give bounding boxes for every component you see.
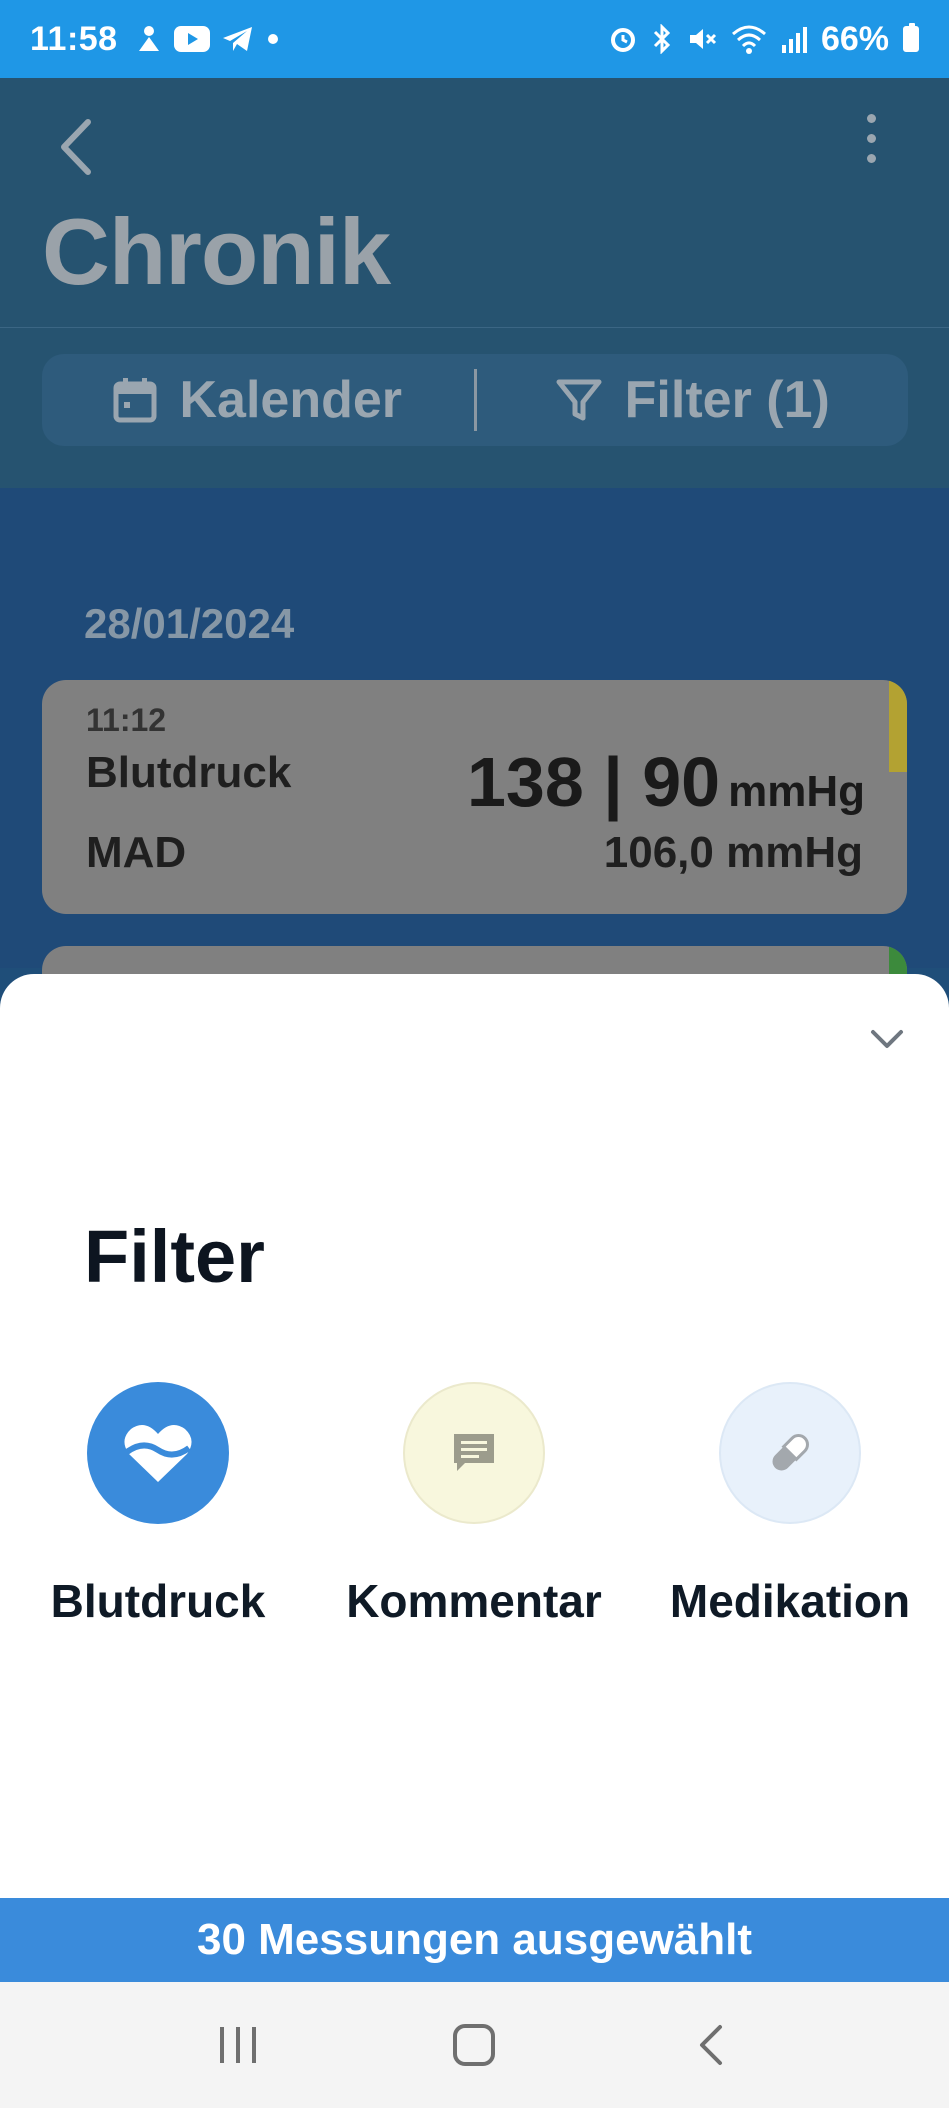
comment-icon bbox=[454, 1434, 494, 1471]
battery-icon bbox=[903, 23, 919, 52]
youtube-icon bbox=[173, 26, 210, 52]
back-button[interactable] bbox=[54, 112, 104, 182]
heart-icon bbox=[124, 1425, 192, 1482]
filter-medication-toggle[interactable] bbox=[719, 1382, 861, 1524]
filter-icon bbox=[556, 379, 602, 421]
selection-summary-bar[interactable]: 30 Messungen ausgewählt bbox=[0, 1898, 949, 1982]
home-button[interactable] bbox=[434, 2015, 514, 2075]
toolbar: Kalender Filter (1) bbox=[42, 354, 908, 446]
entry-value-number: 138 | 90 bbox=[466, 743, 721, 821]
dot-icon bbox=[267, 34, 278, 44]
calendar-button[interactable]: Kalender bbox=[42, 370, 474, 430]
status-system-icons: 66% bbox=[609, 20, 919, 59]
wifi-icon bbox=[731, 25, 766, 54]
filter-comment[interactable]: Kommentar bbox=[316, 1382, 632, 1628]
app-icon bbox=[138, 26, 159, 51]
more-options-button[interactable] bbox=[859, 114, 883, 174]
entry-secondary-label: MAD bbox=[86, 828, 187, 877]
collapse-sheet-button[interactable] bbox=[865, 1016, 909, 1060]
measurement-card[interactable]: 11:12 Blutdruck 138 | 90 mmHg MAD 106,0 m… bbox=[42, 680, 907, 914]
telegram-icon bbox=[222, 27, 252, 51]
alarm-icon bbox=[610, 28, 635, 52]
filter-button[interactable]: Filter (1) bbox=[477, 370, 909, 430]
battery-percent: 66% bbox=[820, 19, 889, 58]
sheet-title: Filter bbox=[84, 1215, 265, 1298]
filter-medication-label: Medikation bbox=[669, 1575, 911, 1627]
entry-value: 138 | 90 mmHg bbox=[467, 742, 865, 822]
recent-apps-icon bbox=[220, 2027, 257, 2063]
filter-comment-toggle[interactable] bbox=[403, 1382, 545, 1524]
filter-options: Blutdruck Kommentar Medikation bbox=[0, 1382, 949, 1628]
nav-back-button[interactable] bbox=[671, 2015, 751, 2075]
date-header: 28/01/2024 bbox=[84, 600, 295, 647]
filter-label: Filter (1) bbox=[624, 371, 830, 429]
status-accent bbox=[889, 680, 907, 772]
filter-comment-label: Kommentar bbox=[346, 1575, 602, 1627]
filter-blood-pressure-toggle[interactable] bbox=[87, 1382, 229, 1524]
recent-apps-button[interactable] bbox=[198, 2015, 278, 2075]
app-bar: Chronik bbox=[0, 78, 949, 329]
filter-blood-pressure-label: Blutdruck bbox=[50, 1575, 266, 1627]
bluetooth-icon bbox=[653, 24, 671, 54]
home-icon bbox=[453, 2024, 496, 2066]
page-title: Chronik bbox=[42, 199, 391, 304]
pill-icon bbox=[772, 1431, 812, 1471]
mute-icon bbox=[689, 29, 716, 49]
status-notification-icons bbox=[136, 25, 280, 53]
entry-secondary-value: 106,0 mmHg bbox=[603, 828, 863, 877]
filter-blood-pressure[interactable]: Blutdruck bbox=[0, 1382, 316, 1628]
status-bar: 11:58 66% bbox=[0, 0, 949, 78]
entry-value-unit: mmHg bbox=[728, 767, 865, 816]
filter-sheet: Filter Blutdruck Kommentar Medikation bbox=[0, 974, 949, 1898]
entry-time: 11:12 bbox=[86, 702, 167, 738]
calendar-icon bbox=[113, 378, 157, 423]
back-icon bbox=[699, 2025, 722, 2065]
entry-type: Blutdruck bbox=[86, 748, 292, 797]
status-time: 11:58 bbox=[30, 19, 118, 58]
calendar-label: Kalender bbox=[179, 371, 403, 429]
signal-icon bbox=[781, 27, 807, 53]
filter-medication[interactable]: Medikation bbox=[632, 1382, 948, 1628]
system-nav-bar bbox=[0, 1982, 949, 2108]
